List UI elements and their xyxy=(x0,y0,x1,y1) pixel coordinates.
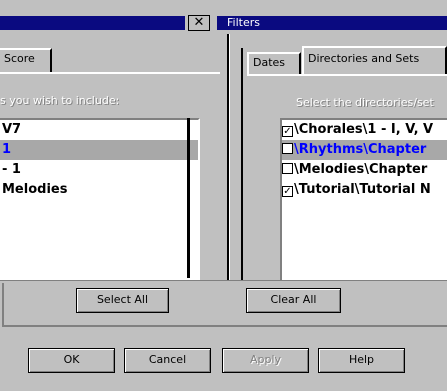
tab-panel-edge xyxy=(0,72,220,74)
directory-item-chorales[interactable]: ✓ \Chorales\1 - I, V, V xyxy=(282,120,447,140)
tab-score[interactable]: Score xyxy=(0,48,52,72)
ok-button[interactable]: OK xyxy=(28,348,115,373)
directory-item-rhythms[interactable]: \Rhythms\Chapter xyxy=(282,140,447,160)
right-title-bar[interactable]: Filters xyxy=(217,16,447,30)
tab-directories-label: Directories and Sets xyxy=(308,52,420,65)
right-tab-panel-edge xyxy=(247,74,447,76)
checkbox-checked-icon[interactable]: ✓ xyxy=(282,126,293,137)
include-list[interactable]: V7 1 - 1 Melodies xyxy=(0,118,200,280)
directory-item-melodies[interactable]: \Melodies\Chapter xyxy=(282,160,447,180)
directory-item-label: \Melodies\Chapter xyxy=(294,162,428,177)
select-all-button[interactable]: Select All xyxy=(76,288,169,313)
tab-dates-label: Dates xyxy=(253,56,286,69)
directories-list[interactable]: ✓ \Chorales\1 - I, V, V \Rhythms\Chapter … xyxy=(280,118,447,280)
include-label: s you wish to include: xyxy=(0,94,120,107)
tab-directories-and-sets[interactable]: Directories and Sets xyxy=(302,46,447,74)
tab-score-label: Score xyxy=(4,52,35,65)
tab-dates[interactable]: Dates xyxy=(247,52,301,74)
right-window-left-edge xyxy=(229,34,234,284)
directory-item-label: \Chorales\1 - I, V, V xyxy=(294,122,434,137)
list-item[interactable]: - 1 xyxy=(0,160,198,180)
checkbox-unchecked-icon[interactable] xyxy=(282,163,293,174)
list-item[interactable]: V7 xyxy=(0,120,198,140)
cancel-button[interactable]: Cancel xyxy=(124,348,211,373)
close-icon[interactable]: ✕ xyxy=(188,15,210,31)
list-item-selected[interactable]: 1 xyxy=(0,140,198,160)
directory-item-tutorial[interactable]: ✓ \Tutorial\Tutorial N xyxy=(282,180,447,200)
left-title-bar[interactable] xyxy=(0,16,185,30)
help-button[interactable]: Help xyxy=(318,348,405,373)
checkbox-unchecked-icon[interactable] xyxy=(282,143,293,154)
directory-item-label: \Tutorial\Tutorial N xyxy=(294,182,431,197)
list-item[interactable]: Melodies xyxy=(0,180,198,200)
list-scrollbar-track[interactable] xyxy=(187,118,190,278)
apply-button[interactable]: Apply xyxy=(222,348,309,373)
panel-inner-frame xyxy=(2,283,447,327)
directories-label: Select the directories/set xyxy=(296,96,434,109)
window-title: Filters xyxy=(227,16,260,29)
right-window-divider xyxy=(241,48,243,284)
directory-item-label: \Rhythms\Chapter xyxy=(294,142,427,157)
clear-all-button[interactable]: Clear All xyxy=(246,288,341,313)
checkbox-checked-icon[interactable]: ✓ xyxy=(282,186,293,197)
